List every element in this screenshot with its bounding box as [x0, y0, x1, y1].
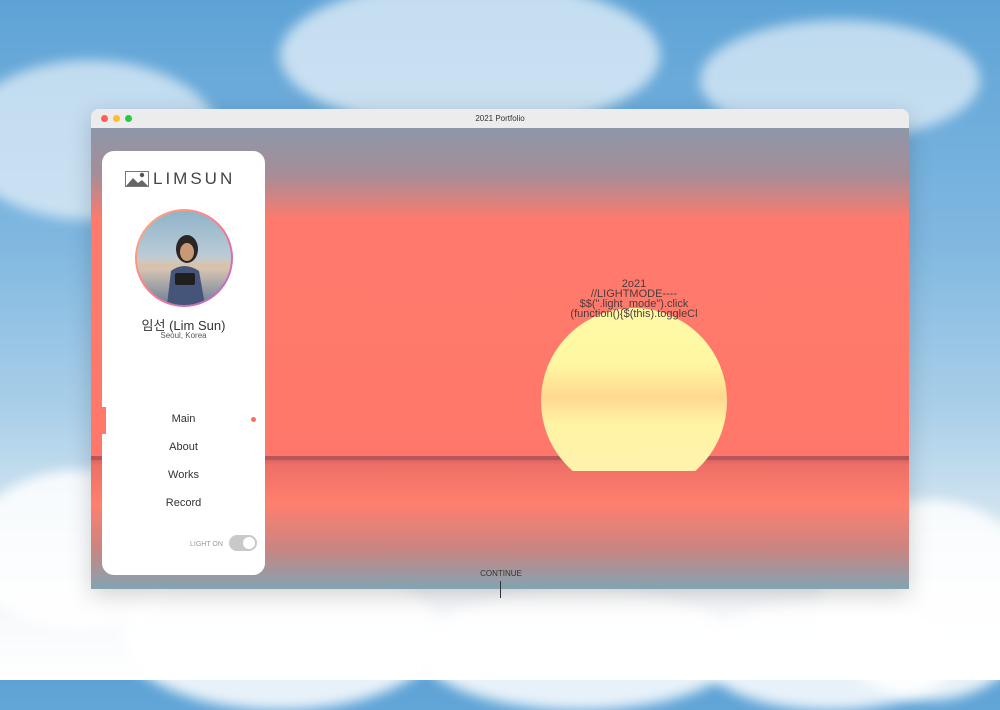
light-mode-toggle[interactable] — [229, 535, 257, 551]
window-maximize-icon[interactable] — [125, 115, 132, 122]
continue-indicator-line — [500, 581, 501, 589]
logo[interactable]: LIMSUN — [125, 169, 235, 189]
title-bar: 2021 Portfolio — [91, 109, 909, 129]
hero-stage: 2o21 //LIGHTMODE---- $$(".light_mode").c… — [91, 128, 909, 589]
continue-button[interactable]: CONTINUE — [461, 569, 541, 578]
sun — [541, 308, 727, 471]
toggle-knob — [243, 537, 255, 549]
sidebar: LIMSUN 임선 (Lim Sun) Seoul, Korea Main Ab… — [102, 151, 265, 575]
profile-location: Seoul, Korea — [160, 331, 207, 340]
code-line: (function(){$(this).toggleCl — [570, 308, 698, 320]
window-title: 2021 Portfolio — [475, 114, 525, 123]
app-window: 2021 Portfolio 2o21 //LIGHTMODE---- $$("… — [91, 109, 909, 589]
avatar — [137, 211, 231, 305]
nav-item-main[interactable]: Main — [102, 413, 265, 425]
code-text: 2o21 //LIGHTMODE---- $$(".light_mode").c… — [521, 279, 747, 329]
window-close-icon[interactable] — [101, 115, 108, 122]
nav-item-record[interactable]: Record — [102, 497, 265, 509]
nav-item-works[interactable]: Works — [102, 469, 265, 481]
scroll-indicator — [500, 589, 501, 598]
nav-item-about[interactable]: About — [102, 441, 265, 453]
logo-landscape-icon — [125, 171, 149, 187]
avatar-ring — [135, 209, 233, 307]
window-minimize-icon[interactable] — [113, 115, 120, 122]
logo-text: LIMSUN — [153, 169, 236, 188]
light-mode-label: LIGHT ON — [190, 541, 223, 548]
active-dot — [251, 417, 256, 422]
